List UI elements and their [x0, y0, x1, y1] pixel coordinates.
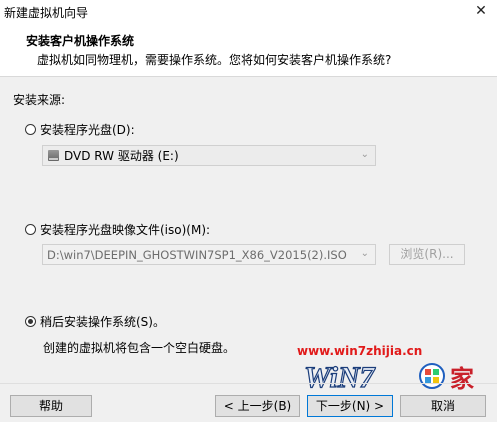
watermark-brand: WiN7: [304, 361, 376, 394]
radio-install-later-label: 稍后安装操作系统(S)。: [40, 315, 165, 329]
radio-install-later[interactable]: 稍后安装操作系统(S)。: [25, 313, 165, 330]
back-button[interactable]: < 上一步(B): [215, 395, 300, 417]
watermark-logo: WiN7 家: [303, 360, 474, 394]
next-button[interactable]: 下一步(N) >: [307, 395, 393, 417]
close-icon[interactable]: ✕: [471, 2, 491, 20]
wizard-header: 安装客户机操作系统 虚拟机如同物理机，需要操作系统。您将如何安装客户机操作系统?: [0, 24, 497, 77]
watermark-suffix: 家: [450, 365, 474, 393]
iso-path-select[interactable]: D:\win7\DEEPIN_GHOSTWIN7SP1_X86_V2015(2)…: [42, 244, 376, 265]
window-title: 新建虚拟机向导: [4, 6, 89, 20]
chevron-down-icon[interactable]: ⌄: [361, 149, 369, 160]
disc-drive-value: DVD RW 驱动器 (E:): [64, 149, 179, 163]
help-button[interactable]: 帮助: [10, 395, 92, 417]
cancel-button[interactable]: 取消: [400, 395, 486, 417]
footer-divider: [0, 383, 497, 384]
title-bar: 新建虚拟机向导 ✕: [0, 0, 497, 24]
header-title: 安装客户机操作系统: [26, 34, 135, 48]
radio-button[interactable]: [25, 124, 36, 135]
disc-drive-select[interactable]: DVD RW 驱动器 (E:) ⌄: [42, 145, 376, 166]
header-subtitle: 虚拟机如同物理机，需要操作系统。您将如何安装客户机操作系统?: [37, 53, 392, 67]
radio-iso-image[interactable]: 安装程序光盘映像文件(iso)(M):: [25, 221, 210, 238]
iso-path-value: D:\win7\DEEPIN_GHOSTWIN7SP1_X86_V2015(2)…: [47, 247, 347, 262]
install-later-note: 创建的虚拟机将包含一个空白硬盘。: [43, 341, 236, 355]
optical-drive-icon: [48, 150, 59, 161]
browse-button[interactable]: 浏览(R)...: [389, 244, 465, 265]
radio-installer-disc-label: 安装程序光盘(D):: [40, 123, 135, 137]
chevron-down-icon[interactable]: ⌄: [361, 248, 369, 259]
install-source-label: 安装来源:: [13, 93, 66, 107]
radio-iso-image-label: 安装程序光盘映像文件(iso)(M):: [40, 223, 211, 237]
new-vm-wizard-window: 新建虚拟机向导 ✕ 安装客户机操作系统 虚拟机如同物理机，需要操作系统。您将如何…: [0, 0, 497, 422]
radio-button[interactable]: [25, 224, 36, 235]
radio-installer-disc[interactable]: 安装程序光盘(D):: [25, 121, 135, 138]
radio-button[interactable]: [25, 316, 36, 327]
